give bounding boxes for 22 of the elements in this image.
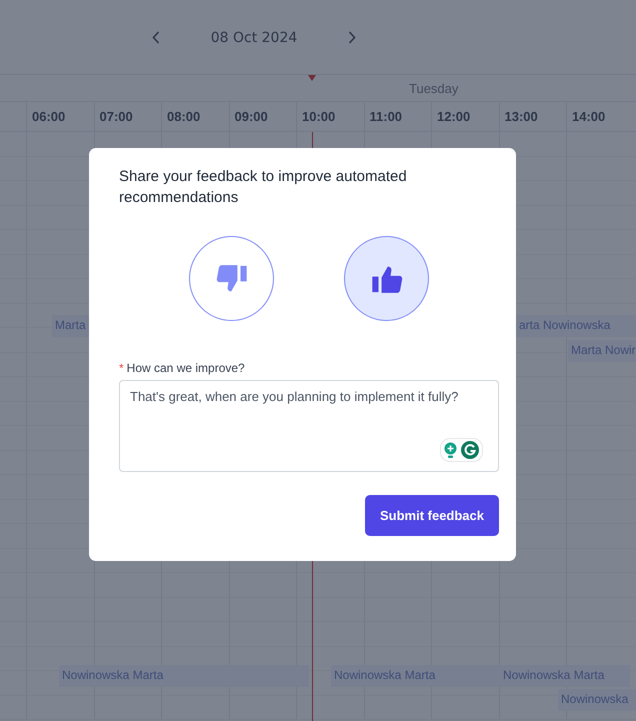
hour-label: 12:00 <box>431 102 498 131</box>
lightbulb-icon <box>444 442 457 458</box>
hour-label: 13:00 <box>498 102 566 131</box>
hour-label: 08:00 <box>161 102 228 131</box>
hour-label: 14:00 <box>566 102 634 131</box>
chevron-left-icon <box>152 31 160 44</box>
hour-label: 10:00 <box>296 102 364 131</box>
writing-assistant-widget[interactable] <box>440 438 483 462</box>
feedback-text-field[interactable]: That's great, when are you planning to implement it fully? <box>119 380 499 472</box>
chevron-right-icon <box>348 31 356 44</box>
day-label: Tuesday <box>409 81 458 96</box>
required-marker: * <box>119 361 124 375</box>
dialog-title: Share your feedback to improve automated recommendations <box>119 167 408 208</box>
hour-label: 11:00 <box>364 102 431 131</box>
current-time-marker-icon <box>308 75 316 81</box>
hour-label: 09:00 <box>228 102 296 131</box>
field-label: How can we improve? <box>126 361 245 375</box>
g-logo-icon <box>461 441 479 459</box>
hour-label: 07:00 <box>94 102 161 131</box>
date-label: 08 Oct 2024 <box>210 30 298 46</box>
submit-feedback-button[interactable]: Submit feedback <box>364 495 499 536</box>
hour-label: 06:00 <box>26 102 94 131</box>
